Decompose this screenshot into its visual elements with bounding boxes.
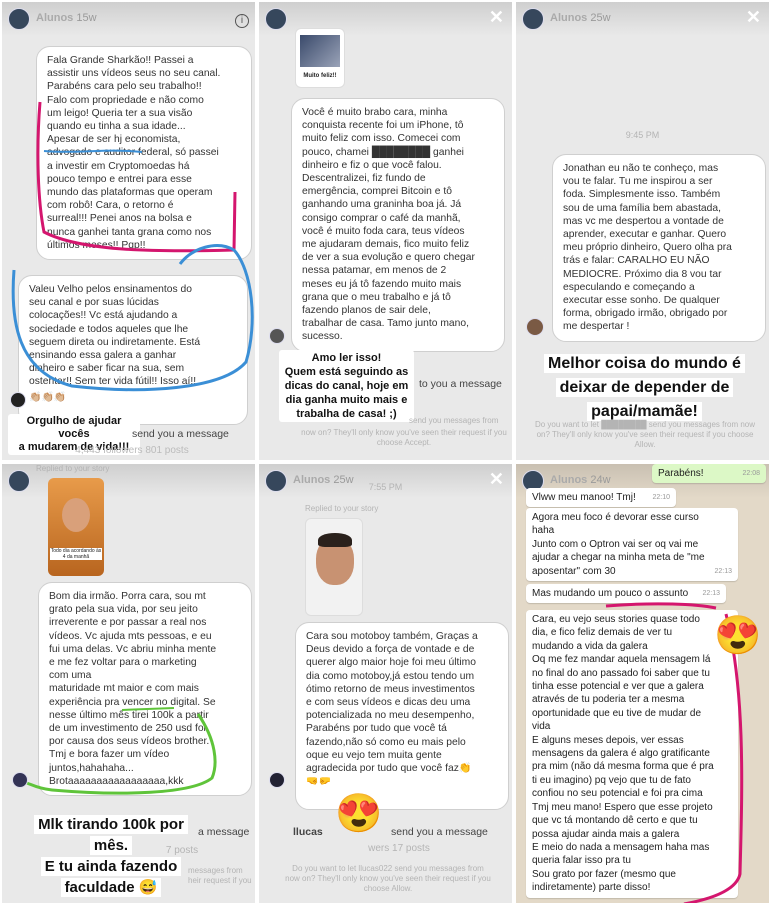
reply-bar[interactable]: a message — [198, 826, 255, 846]
timestamp: 7:55 PM — [368, 482, 403, 492]
request-footer: now on? They'll only know you've seen th… — [301, 428, 507, 447]
avatar — [269, 328, 285, 344]
profile-stats: 7 posts — [165, 845, 199, 856]
request-footer: send you messages from — [409, 416, 499, 425]
avatar — [269, 772, 285, 788]
message-bubble: Jonathan eu não te conheço, mas vou te f… — [552, 154, 766, 342]
avatar — [10, 392, 26, 408]
request-footer: Do you want to let ████████ send you mes… — [534, 420, 756, 449]
close-icon[interactable]: ✕ — [489, 7, 504, 28]
replied-label: Replied to your story — [305, 504, 379, 513]
fist-emoji: 🤜🤛 — [306, 776, 331, 788]
profile-stats: 4,443 followers 801 posts — [75, 445, 189, 456]
avatar — [526, 318, 544, 336]
story-caption: Mlk tirando 100k por mês. E tu ainda fazen… — [16, 814, 206, 898]
chat-panel-6: Alunos 24w Parabéns! 22:08 Vlww meu manoo… — [514, 462, 771, 905]
message-bubble: Você é muito brabo cara, minha conquista… — [291, 98, 505, 352]
person-hair — [318, 533, 352, 547]
story-caption: Melhor coisa do mundo é deixar de depend… — [526, 352, 763, 424]
story-panel-1: Alunos 15w i Fala Grande Sharkão!! Passe… — [0, 0, 257, 462]
heart-eyes-emoji: 😍 — [714, 615, 762, 657]
thumb-label: Muito feliz!! — [303, 73, 337, 79]
reply-bar[interactable]: to you a message — [419, 378, 512, 398]
story-thumbnail[interactable]: Muito feliz!! — [295, 28, 345, 88]
avatar[interactable] — [265, 8, 287, 30]
request-footer: Do you want to let llucas022 send you me… — [285, 864, 491, 893]
story-caption: Amo ler isso! Quem está seguindo as dica… — [279, 350, 414, 422]
car-image — [300, 35, 340, 67]
request-footer: messages from heir request if you — [188, 866, 252, 885]
story-username[interactable]: Alunos 25w — [550, 12, 611, 24]
avatar[interactable] — [522, 8, 544, 30]
story-thumbnail[interactable] — [305, 518, 363, 616]
pink-highlight-stroke — [605, 602, 744, 903]
story-panel-5: Alunos 25w ✕ 7:55 PM Replied to your sto… — [257, 462, 514, 905]
avatar — [12, 772, 28, 788]
profile-stats: wers 17 posts — [368, 843, 430, 854]
story-panel-4: Replied to your story Todo dia acordando… — [0, 462, 257, 905]
story-panel-3: Alunos 25w ✕ 9:45 PM Jonathan eu não te … — [514, 0, 771, 462]
close-icon[interactable]: ✕ — [746, 7, 761, 28]
story-panel-2: ✕ Muito feliz!! Você é muito brabo cara,… — [257, 0, 514, 462]
pink-highlight-stroke — [11, 101, 254, 392]
message-bubble: Cara sou motoboy também, Graças a Deus d… — [295, 622, 509, 810]
timestamp: 9:45 PM — [625, 130, 660, 140]
